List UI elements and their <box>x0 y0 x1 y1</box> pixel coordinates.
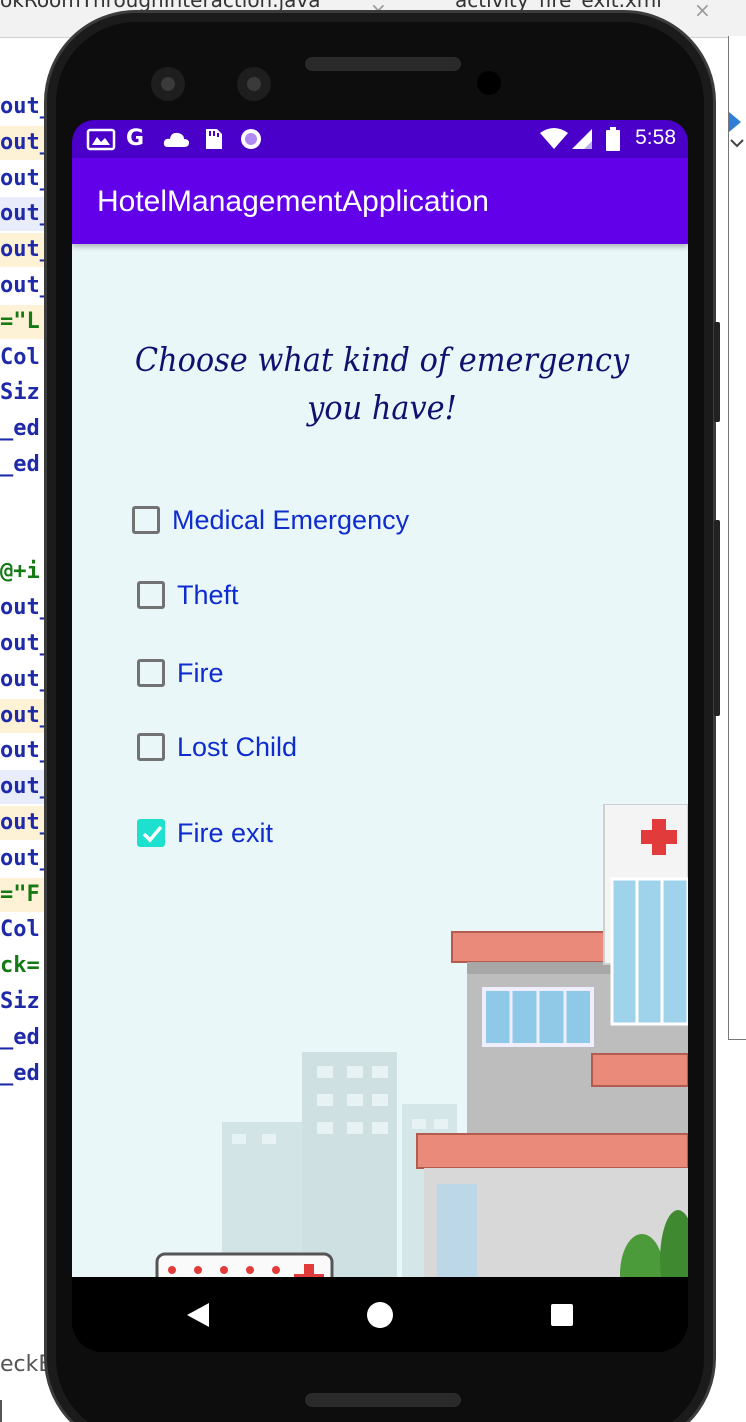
checkbox-label: Fire <box>177 657 224 688</box>
home-icon <box>367 1302 393 1328</box>
back-button[interactable] <box>176 1293 220 1337</box>
checkbox-box[interactable] <box>137 733 165 761</box>
power-button[interactable] <box>714 322 720 422</box>
front-camera-icon <box>151 67 185 101</box>
proximity-sensor <box>477 71 501 95</box>
recents-button[interactable] <box>540 1293 584 1337</box>
checkbox-fire-exit[interactable]: Fire exit <box>137 811 273 855</box>
back-icon <box>187 1303 209 1327</box>
hospital-illustration <box>155 804 688 1277</box>
ide-cursor <box>0 1400 2 1422</box>
device-screen: G 5:58 HotelManagementApplication Choose… <box>72 120 688 1352</box>
main-content: Choose what kind of emergency you have! … <box>72 244 688 1277</box>
checkbox-label: Medical Emergency <box>172 504 410 535</box>
recents-icon <box>551 1304 573 1326</box>
app-title: HotelManagementApplication <box>97 185 489 218</box>
status-time: 5:58 <box>635 126 676 149</box>
checkbox-label: Lost Child <box>177 731 298 762</box>
run-icon[interactable] <box>727 106 745 166</box>
close-tab-icon[interactable]: × <box>694 0 711 22</box>
checkbox-fire[interactable]: Fire <box>137 651 224 695</box>
checkbox-box[interactable] <box>137 581 165 609</box>
speaker-grille <box>305 57 461 71</box>
home-button[interactable] <box>358 1293 402 1337</box>
page-heading: Choose what kind of emergency you have! <box>134 340 630 427</box>
front-sensor-icon <box>237 67 271 101</box>
navigation-bar <box>72 1277 688 1352</box>
checkbox-theft[interactable]: Theft <box>137 573 239 617</box>
checkbox-label: Fire exit <box>177 817 274 848</box>
volume-button[interactable] <box>714 520 720 716</box>
checkbox-box[interactable] <box>132 506 160 534</box>
speaker-grille <box>305 1393 461 1407</box>
cloud-icon <box>163 132 189 147</box>
checkbox-label: Theft <box>177 579 239 610</box>
gallery-icon <box>86 128 116 151</box>
app-bar: HotelManagementApplication <box>72 158 688 244</box>
checkbox-box[interactable] <box>137 819 165 847</box>
checkbox-box[interactable] <box>137 659 165 687</box>
battery-icon <box>606 127 620 151</box>
signal-icon <box>572 129 592 149</box>
checkbox-lost-child[interactable]: Lost Child <box>137 725 297 769</box>
checkmark-icon <box>142 825 163 843</box>
status-bar: G 5:58 <box>72 120 688 158</box>
record-icon <box>241 129 261 149</box>
wifi-icon <box>540 128 568 149</box>
ide-side-panel <box>728 36 746 1040</box>
sd-card-icon <box>206 129 222 149</box>
checkbox-medical-emergency[interactable]: Medical Emergency <box>132 498 409 542</box>
google-icon: G <box>126 126 145 151</box>
